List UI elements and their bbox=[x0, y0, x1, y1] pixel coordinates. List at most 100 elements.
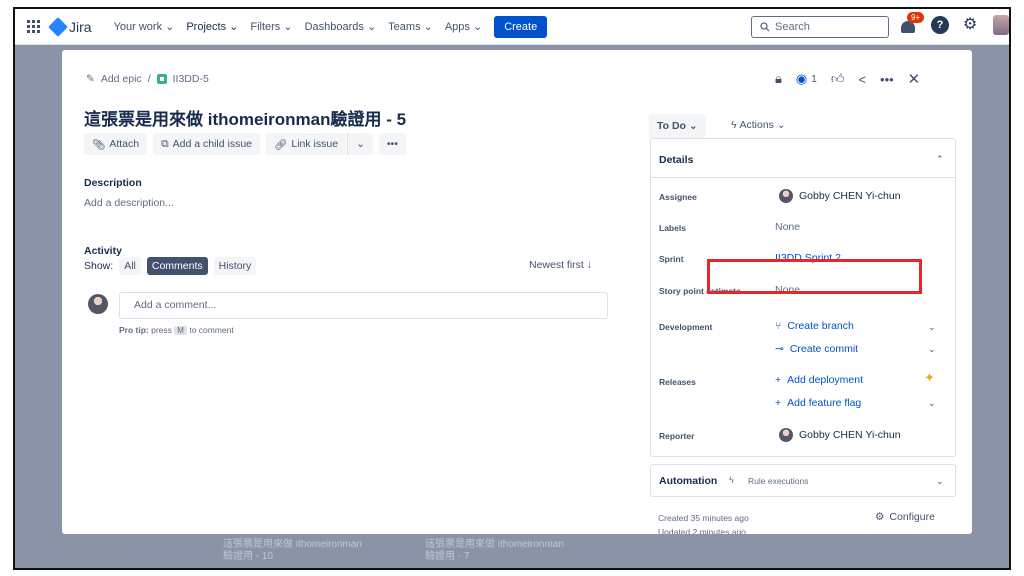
configure-button[interactable]: ⚙ Configure bbox=[875, 511, 935, 523]
jira-logo[interactable]: Jira bbox=[48, 16, 92, 37]
search-input[interactable]: Search bbox=[751, 16, 889, 38]
comment-input[interactable]: Add a comment... bbox=[119, 292, 608, 319]
issue-header-actions: 🔒︎ ◉ 1 👍︎ < ••• ✕ bbox=[775, 70, 920, 88]
issue-title[interactable]: 這張票是用來做 ithomeironman驗證用 - 5 bbox=[84, 105, 406, 130]
board-card-7-title-2: 驗證用 - 7 bbox=[425, 551, 470, 562]
board-card-7[interactable]: 這張票是用來做 ithomeironman 驗證用 - 7 bbox=[417, 534, 602, 568]
filter-comments[interactable]: Comments bbox=[146, 257, 208, 275]
filter-history[interactable]: History bbox=[213, 257, 257, 275]
more-icon: ••• bbox=[386, 138, 398, 150]
chevron-down-icon: ⌄ bbox=[688, 120, 698, 132]
reporter-label: Reporter bbox=[659, 431, 695, 441]
story-icon bbox=[156, 74, 167, 84]
show-label: Show: bbox=[84, 260, 114, 272]
details-divider bbox=[651, 177, 955, 178]
chevron-up-icon[interactable]: ⌃ bbox=[936, 154, 944, 165]
pro-tip-suffix: to comment bbox=[189, 325, 234, 335]
description-input[interactable]: Add a description... bbox=[84, 197, 174, 209]
pro-tip-key: M bbox=[174, 326, 187, 335]
filter-all[interactable]: All bbox=[119, 257, 141, 275]
help-icon[interactable]: ? bbox=[931, 16, 949, 34]
notifications-icon[interactable]: 9+ bbox=[899, 12, 925, 34]
notification-badge: 9+ bbox=[907, 12, 925, 23]
commenter-avatar bbox=[88, 294, 108, 314]
link-issue-dropdown[interactable]: ⌄ bbox=[347, 133, 373, 155]
more-actions-icon[interactable]: ••• bbox=[880, 72, 894, 87]
link-issue-label: Link issue bbox=[291, 138, 339, 150]
add-deployment-label: Add deployment bbox=[787, 374, 864, 386]
add-deployment-link[interactable]: + Add deployment bbox=[775, 374, 863, 386]
lock-icon[interactable]: 🔒︎ bbox=[775, 71, 782, 87]
watch-count: 1 bbox=[811, 73, 817, 85]
assignee-value[interactable]: Gobby CHEN Yi-chun bbox=[779, 189, 901, 203]
status-dropdown[interactable]: To Do ⌄ bbox=[649, 114, 706, 138]
board-card-10[interactable]: 這張票是用來做 ithomeironman 驗證用 - 10 bbox=[215, 534, 400, 568]
reporter-value[interactable]: Gobby CHEN Yi-chun bbox=[779, 428, 901, 442]
nav-apps[interactable]: Apps ⌄ bbox=[445, 20, 482, 33]
lightning-icon: ϟ bbox=[731, 119, 737, 131]
nav-teams[interactable]: Teams ⌄ bbox=[388, 20, 433, 33]
app-switcher-icon[interactable] bbox=[27, 19, 41, 34]
reporter-name: Gobby CHEN Yi-chun bbox=[799, 429, 901, 441]
chevron-down-icon[interactable]: ⌄ bbox=[928, 398, 936, 409]
add-child-label: Add a child issue bbox=[172, 138, 253, 150]
rule-executions-label: Rule executions bbox=[748, 476, 809, 486]
details-heading[interactable]: Details bbox=[659, 154, 693, 166]
share-icon[interactable]: < bbox=[858, 72, 866, 87]
activity-filter: Show: All Comments History bbox=[84, 257, 257, 275]
create-commit-label: Create commit bbox=[789, 343, 859, 355]
sparkle-icon[interactable]: ✦ bbox=[924, 370, 935, 386]
add-feature-flag-link[interactable]: + Add feature flag bbox=[775, 397, 861, 409]
create-branch-link[interactable]: ⑂ Create branch bbox=[775, 320, 854, 332]
reporter-avatar bbox=[779, 428, 793, 442]
chevron-down-icon: ⌄ bbox=[356, 138, 365, 150]
top-right-icons: 9+ ? ⚙ bbox=[899, 12, 1009, 35]
create-branch-label: Create branch bbox=[787, 320, 854, 332]
thumbs-up-icon[interactable]: 👍︎ bbox=[831, 71, 845, 87]
actions-dropdown[interactable]: ϟ Actions ⌄ bbox=[731, 119, 786, 131]
hierarchy-icon: ⧉ bbox=[161, 137, 169, 150]
profile-avatar[interactable] bbox=[993, 15, 1009, 35]
jira-logo-icon bbox=[48, 16, 68, 37]
create-button[interactable]: Create bbox=[494, 15, 548, 38]
nav-dashboards[interactable]: Dashboards ⌄ bbox=[305, 20, 377, 33]
gear-icon: ⚙ bbox=[875, 511, 885, 523]
chevron-down-icon[interactable]: ⌄ bbox=[928, 344, 936, 355]
nav-your-work[interactable]: Your work ⌄ bbox=[114, 20, 175, 33]
settings-gear-icon[interactable]: ⚙ bbox=[963, 17, 979, 33]
assignee-avatar bbox=[779, 189, 793, 203]
breadcrumb: ✎ Add epic / II3DD-5 bbox=[86, 73, 209, 85]
nav-projects[interactable]: Projects ⌄ bbox=[186, 20, 238, 33]
development-label: Development bbox=[659, 322, 713, 332]
configure-label: Configure bbox=[889, 511, 935, 523]
automation-panel[interactable]: Automation ϟ Rule executions ⌄ bbox=[650, 464, 956, 497]
status-label: To Do bbox=[657, 120, 686, 132]
plus-icon: + bbox=[775, 374, 782, 386]
eye-icon: ◉ bbox=[795, 71, 808, 86]
close-icon[interactable]: ✕ bbox=[908, 70, 921, 88]
add-child-issue-button[interactable]: ⧉ Add a child issue bbox=[153, 133, 261, 155]
link-issue-button[interactable]: 🔗︎ Link issue bbox=[266, 133, 347, 155]
pro-tip-press: press bbox=[151, 325, 172, 335]
pro-tip: Pro tip: press M to comment bbox=[119, 325, 234, 335]
pro-tip-label: Pro tip: bbox=[119, 325, 149, 335]
learn-more-link[interactable]: Learn more bbox=[75, 547, 121, 557]
attach-button[interactable]: 📎︎ Attach bbox=[84, 133, 148, 155]
pencil-icon: ✎ bbox=[86, 73, 95, 85]
lightning-icon: ϟ bbox=[729, 475, 734, 485]
actions-label: Actions bbox=[739, 119, 774, 131]
assignee-name: Gobby CHEN Yi-chun bbox=[799, 190, 901, 202]
sort-order-toggle[interactable]: Newest first ↓ bbox=[529, 259, 592, 271]
timestamps: Created 35 minutes ago Updated 2 minutes… bbox=[658, 511, 749, 534]
link-icon: 🔗︎ bbox=[274, 138, 288, 151]
create-commit-link[interactable]: ⊸ Create commit bbox=[775, 343, 858, 355]
chevron-down-icon: ⌄ bbox=[776, 119, 786, 131]
more-toolbar-button[interactable]: ••• bbox=[378, 133, 406, 155]
labels-value[interactable]: None bbox=[775, 221, 800, 233]
add-epic-link[interactable]: Add epic bbox=[101, 73, 142, 85]
nav-filters[interactable]: Filters ⌄ bbox=[250, 20, 292, 33]
add-feature-flag-label: Add feature flag bbox=[787, 397, 862, 409]
watch-button[interactable]: ◉ 1 bbox=[796, 71, 817, 87]
issue-key-link[interactable]: II3DD-5 bbox=[173, 73, 209, 85]
chevron-down-icon[interactable]: ⌄ bbox=[928, 322, 936, 333]
